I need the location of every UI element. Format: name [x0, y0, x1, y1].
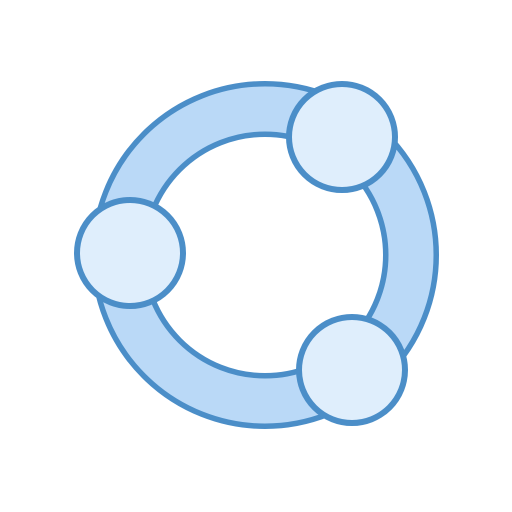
node-bottom-right	[296, 314, 408, 426]
icon-canvas	[0, 0, 512, 512]
node-left	[74, 197, 186, 309]
node-top-right	[286, 81, 398, 193]
share-network-icon	[74, 81, 439, 429]
